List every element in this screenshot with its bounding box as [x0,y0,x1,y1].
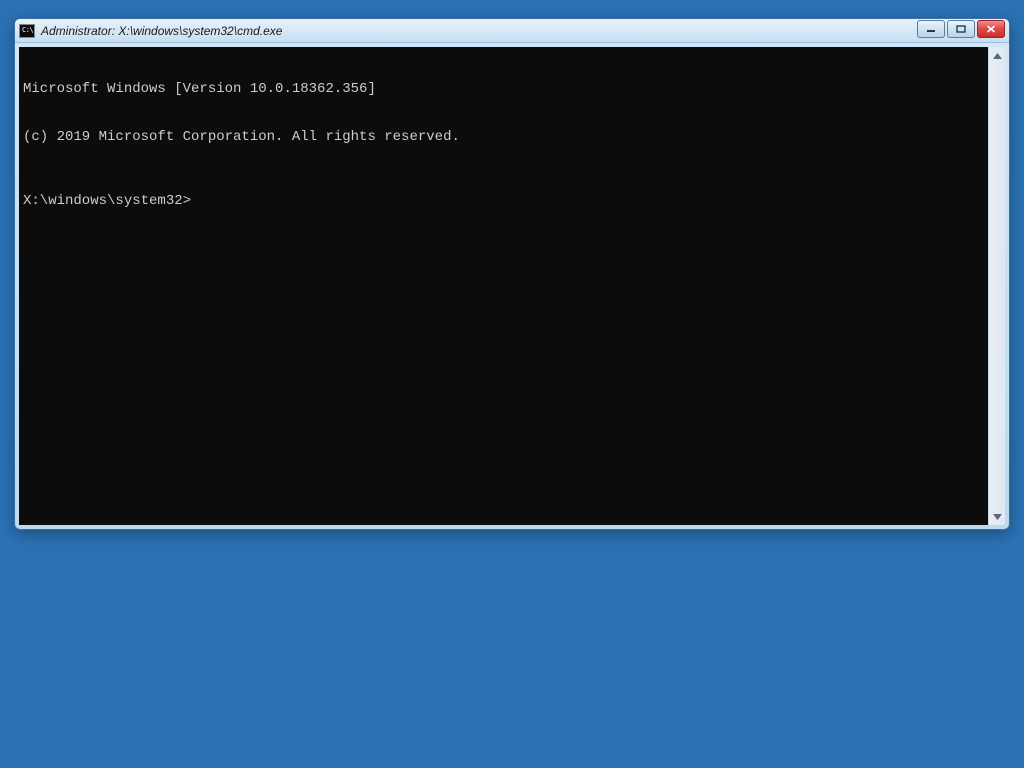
scroll-down-button[interactable] [989,508,1005,525]
titlebar[interactable]: C:\ Administrator: X:\windows\system32\c… [15,19,1009,43]
content-area: Microsoft Windows [Version 10.0.18362.35… [15,43,1009,529]
console-output[interactable]: Microsoft Windows [Version 10.0.18362.35… [19,47,988,525]
close-button[interactable] [977,20,1005,38]
maximize-button[interactable] [947,20,975,38]
chevron-down-icon [993,514,1002,520]
maximize-icon [956,25,966,33]
window-controls [917,20,1005,38]
vertical-scrollbar[interactable] [988,47,1005,525]
cmd-window: C:\ Administrator: X:\windows\system32\c… [14,18,1010,530]
minimize-icon [926,25,936,33]
chevron-up-icon [993,53,1002,59]
minimize-button[interactable] [917,20,945,38]
window-title: Administrator: X:\windows\system32\cmd.e… [41,24,282,38]
cmd-icon-text: C:\ [22,27,33,34]
scroll-up-button[interactable] [989,47,1005,64]
prompt-line: X:\windows\system32> [23,193,984,209]
prompt-text: X:\windows\system32> [23,193,191,209]
close-icon [986,25,996,33]
cmd-icon: C:\ [19,24,35,38]
version-line: Microsoft Windows [Version 10.0.18362.35… [23,81,984,97]
copyright-line: (c) 2019 Microsoft Corporation. All righ… [23,129,984,145]
